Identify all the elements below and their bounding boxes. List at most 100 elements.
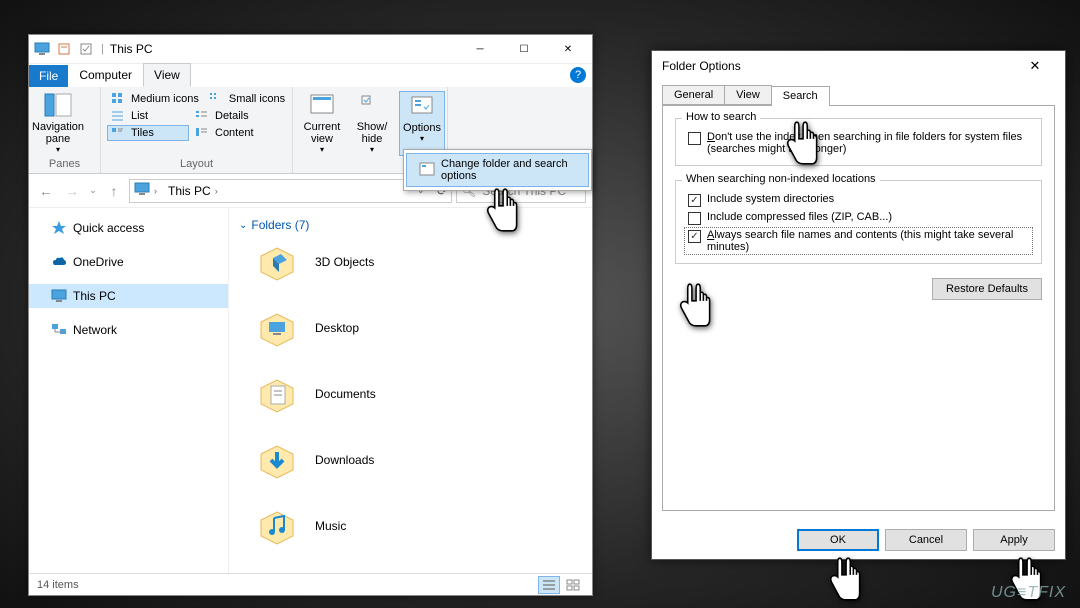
- maximize-button[interactable]: ☐: [502, 35, 546, 63]
- current-view-icon: [308, 93, 336, 121]
- dialog-title: Folder Options: [662, 59, 741, 73]
- medium-icons-button[interactable]: Medium icons: [107, 91, 203, 107]
- dialog-titlebar[interactable]: Folder Options ✕: [652, 51, 1065, 81]
- how-to-search-group: How to search Don't use the index when s…: [675, 118, 1042, 166]
- ribbon-tabs: File Computer View ?: [29, 64, 592, 87]
- current-view-button[interactable]: Current view▾: [299, 91, 345, 156]
- tab-search[interactable]: Search: [771, 86, 830, 106]
- small-icons-icon: [209, 92, 225, 106]
- tab-general[interactable]: General: [662, 85, 725, 105]
- show-hide-icon: [358, 93, 386, 121]
- qat-properties-icon[interactable]: [56, 41, 72, 57]
- folder-item[interactable]: Music: [239, 500, 582, 566]
- window-title: This PC: [110, 42, 458, 56]
- chevron-right-icon[interactable]: ›: [215, 186, 225, 196]
- dialog-tabs: General View Search: [662, 85, 1055, 105]
- file-explorer-window: | This PC ─ ☐ ✕ File Computer View ? Nav…: [28, 34, 593, 596]
- content-button[interactable]: Content: [191, 125, 258, 141]
- nav-quick-access[interactable]: Quick access: [29, 216, 228, 240]
- always-search-contents-option[interactable]: ✓ Always search file names and contents …: [684, 227, 1033, 255]
- checkbox-checked-icon: ✓: [688, 230, 701, 243]
- layout-group-label: Layout: [107, 156, 286, 172]
- checkbox-icon: [688, 212, 701, 225]
- documents-icon: [255, 372, 299, 416]
- folder-item[interactable]: Pictures: [239, 566, 582, 573]
- history-dropdown[interactable]: ⌄: [87, 180, 99, 202]
- apply-button[interactable]: Apply: [973, 529, 1055, 551]
- change-folder-options-item[interactable]: Change folder and search options: [406, 153, 589, 187]
- include-system-option[interactable]: ✓ Include system directories: [684, 191, 1033, 209]
- status-text: 14 items: [37, 579, 79, 591]
- non-indexed-group: When searching non-indexed locations ✓ I…: [675, 180, 1042, 264]
- chevron-right-icon[interactable]: ›: [154, 186, 164, 196]
- large-icons-view-icon[interactable]: [562, 576, 584, 594]
- qat-checkbox-icon[interactable]: [78, 41, 94, 57]
- tab-view[interactable]: View: [724, 85, 772, 105]
- minimize-button[interactable]: ─: [458, 35, 502, 63]
- main-area: Quick access OneDrive This PC Network ⌄ …: [29, 208, 592, 573]
- close-button[interactable]: ✕: [546, 35, 590, 63]
- cursor-pointer-icon: [822, 554, 866, 604]
- chevron-down-icon: ⌄: [239, 220, 247, 231]
- nav-onedrive[interactable]: OneDrive: [29, 250, 228, 274]
- cloud-icon: [51, 254, 67, 270]
- folder-item[interactable]: Desktop: [239, 302, 582, 368]
- network-icon: [51, 322, 67, 338]
- titlebar[interactable]: | This PC ─ ☐ ✕: [29, 35, 592, 64]
- ribbon: Navigation pane▾ Panes Medium icons Smal…: [29, 87, 592, 174]
- dialog-buttons: OK Cancel Apply: [652, 521, 1065, 559]
- folder-options-icon: [419, 162, 435, 179]
- content-icon: [195, 126, 211, 140]
- music-icon: [255, 504, 299, 548]
- status-bar: 14 items: [29, 573, 592, 595]
- qat-dropdown-icon[interactable]: |: [101, 43, 104, 55]
- downloads-icon: [255, 438, 299, 482]
- cancel-button[interactable]: Cancel: [885, 529, 967, 551]
- nav-network[interactable]: Network: [29, 318, 228, 342]
- show-hide-button[interactable]: Show/ hide▾: [349, 91, 395, 156]
- small-icons-button[interactable]: Small icons: [205, 91, 289, 107]
- navigation-pane: Quick access OneDrive This PC Network: [29, 208, 229, 573]
- details-icon: [195, 109, 211, 123]
- folder-options-dialog: Folder Options ✕ General View Search How…: [651, 50, 1066, 560]
- list-icon: [111, 109, 127, 123]
- restore-defaults-button[interactable]: Restore Defaults: [932, 278, 1042, 300]
- desktop-icon: [255, 306, 299, 350]
- folders-group-header[interactable]: ⌄ Folders (7): [239, 214, 582, 236]
- options-icon: [408, 94, 436, 122]
- file-tab[interactable]: File: [29, 65, 68, 87]
- include-compressed-option[interactable]: Include compressed files (ZIP, CAB...): [684, 209, 1033, 227]
- details-button[interactable]: Details: [191, 108, 253, 124]
- options-button[interactable]: Options ▾: [399, 91, 445, 156]
- view-tab[interactable]: View: [143, 63, 191, 87]
- folder-item[interactable]: Documents: [239, 368, 582, 434]
- computer-tab[interactable]: Computer: [68, 63, 143, 87]
- folder-item[interactable]: Downloads: [239, 434, 582, 500]
- watermark: UG≡TFIX: [991, 584, 1066, 602]
- this-pc-icon: [134, 182, 150, 199]
- star-icon: [51, 220, 67, 236]
- checkbox-checked-icon: ✓: [688, 194, 701, 207]
- back-button[interactable]: ←: [35, 180, 57, 202]
- help-icon[interactable]: ?: [570, 67, 586, 83]
- folder-item[interactable]: 3D Objects: [239, 236, 582, 302]
- panes-group-label: Panes: [35, 156, 94, 172]
- content-pane[interactable]: ⌄ Folders (7) 3D Objects Desktop Documen…: [229, 208, 592, 573]
- list-button[interactable]: List: [107, 108, 189, 124]
- forward-button[interactable]: →: [61, 180, 83, 202]
- checkbox-icon: [688, 132, 701, 145]
- nav-pane-icon: [44, 93, 72, 121]
- group-title: When searching non-indexed locations: [682, 173, 880, 185]
- dialog-close-button[interactable]: ✕: [1015, 52, 1055, 80]
- nav-this-pc[interactable]: This PC: [29, 284, 228, 308]
- 3d-objects-icon: [255, 240, 299, 284]
- tiles-button[interactable]: Tiles: [107, 125, 189, 141]
- medium-icons-icon: [111, 92, 127, 106]
- address-path: This PC: [168, 184, 211, 198]
- group-title: How to search: [682, 111, 760, 123]
- ok-button[interactable]: OK: [797, 529, 879, 551]
- details-view-icon[interactable]: [538, 576, 560, 594]
- dont-use-index-option[interactable]: Don't use the index when searching in fi…: [684, 129, 1033, 157]
- up-button[interactable]: ↑: [103, 180, 125, 202]
- navigation-pane-button[interactable]: Navigation pane▾: [35, 91, 81, 156]
